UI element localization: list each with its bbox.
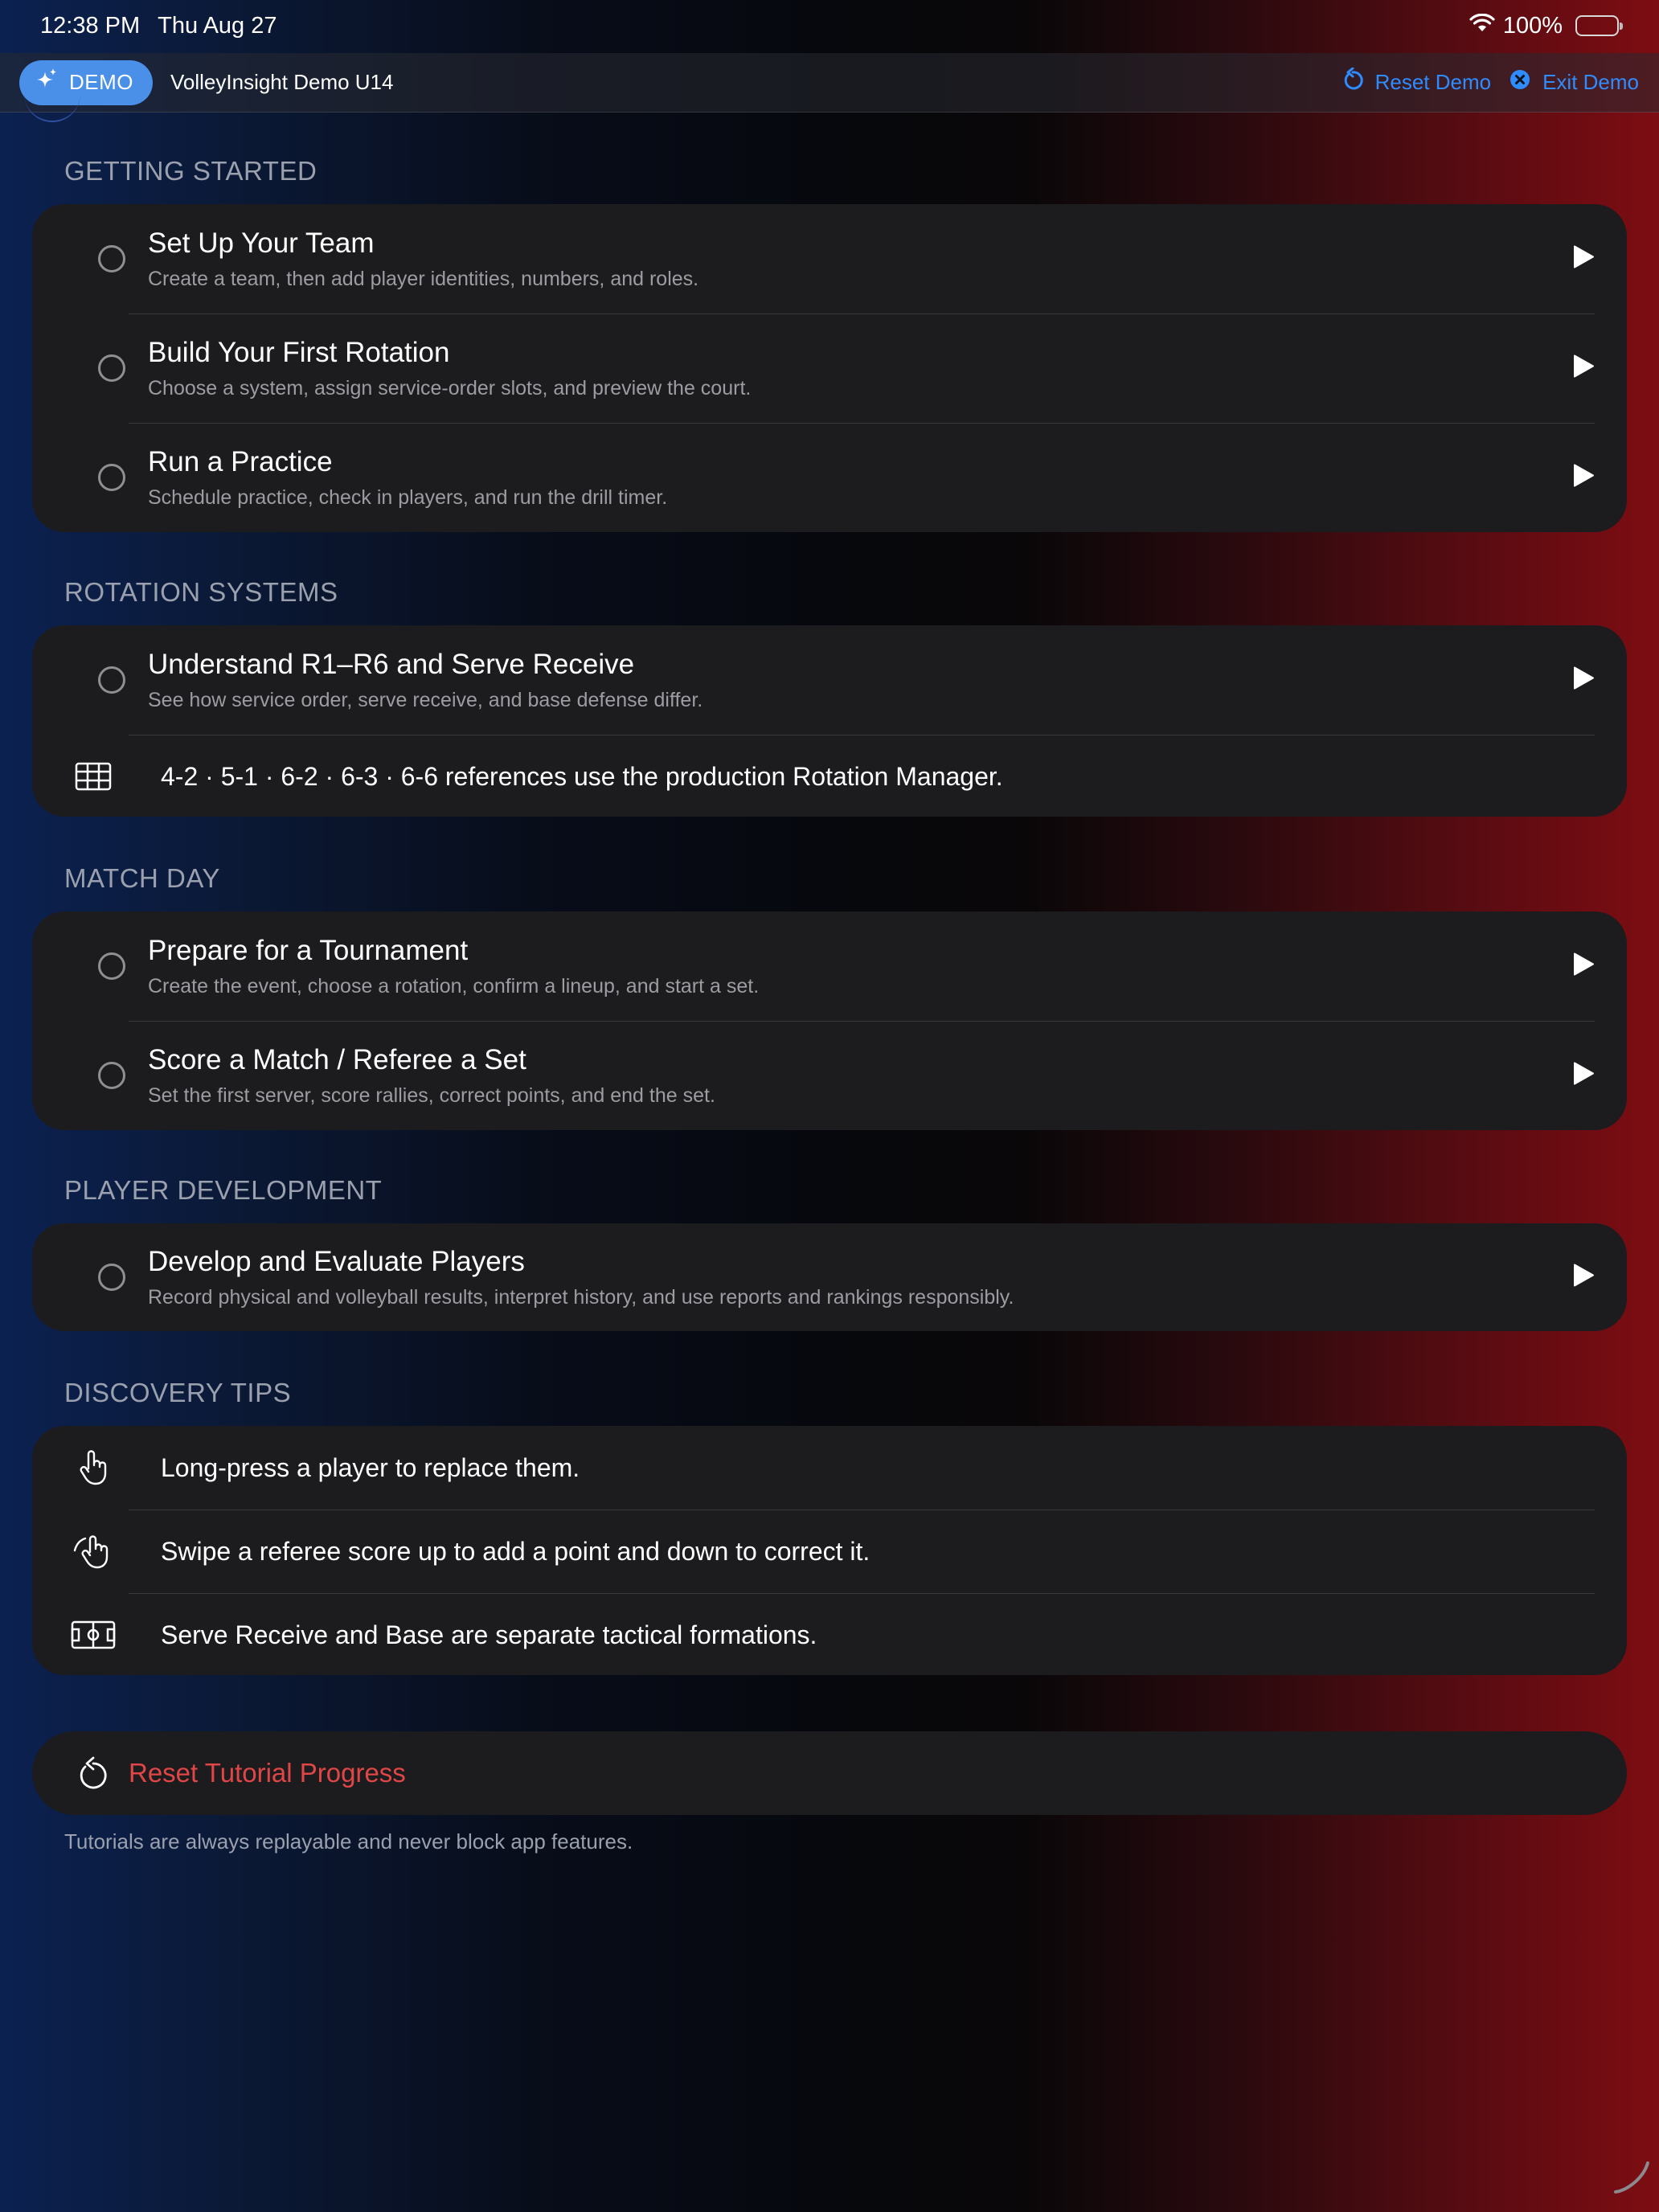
battery-icon bbox=[1575, 15, 1623, 36]
tutorial-title: Understand R1–R6 and Serve Receive bbox=[148, 648, 635, 680]
status-bar: 12:38 PM Thu Aug 27 100% bbox=[0, 0, 1659, 51]
rotation-info-text: 4-2 · 5-1 · 6-2 · 6-3 · 6-6 references u… bbox=[161, 761, 1003, 791]
battery-percent: 100% bbox=[1502, 12, 1563, 39]
tutorial-row-prepare-tournament[interactable]: Prepare for a Tournament Create the even… bbox=[32, 911, 1627, 1021]
getting-started-card: Set Up Your Team Create a team, then add… bbox=[32, 204, 1627, 532]
exit-demo-button[interactable]: Exit Demo bbox=[1509, 68, 1639, 96]
tip-text: Serve Receive and Base are separate tact… bbox=[161, 1620, 817, 1649]
reset-icon bbox=[1342, 67, 1364, 97]
demo-bar: DEMO VolleyInsight Demo U14 Reset Demo E… bbox=[0, 53, 1659, 113]
tutorial-title: Develop and Evaluate Players bbox=[148, 1245, 525, 1277]
play-icon[interactable] bbox=[1572, 464, 1595, 492]
tutorial-subtitle: Schedule practice, check in players, and… bbox=[148, 485, 668, 509]
player-development-card: Develop and Evaluate Players Record phys… bbox=[32, 1223, 1627, 1331]
incomplete-circle-icon bbox=[98, 354, 125, 382]
close-circle-icon bbox=[1509, 68, 1531, 96]
tip-row: Serve Receive and Base are separate tact… bbox=[32, 1593, 1627, 1675]
discovery-tips-card: Long-press a player to replace them. Swi… bbox=[32, 1426, 1627, 1675]
reset-demo-label: Reset Demo bbox=[1374, 70, 1492, 94]
play-icon[interactable] bbox=[1572, 354, 1595, 383]
scrolled-avatar-edge bbox=[24, 88, 80, 122]
match-day-card: Prepare for a Tournament Create the even… bbox=[32, 911, 1627, 1130]
tutorial-title: Prepare for a Tournament bbox=[148, 934, 469, 966]
tutorial-subtitle: Record physical and volleyball results, … bbox=[148, 1285, 1014, 1309]
tip-text: Swipe a referee score up to add a point … bbox=[161, 1536, 870, 1566]
court-icon bbox=[64, 1620, 122, 1649]
resize-handle-icon[interactable] bbox=[1611, 2157, 1651, 2201]
play-icon[interactable] bbox=[1572, 1062, 1595, 1090]
hand-point-icon bbox=[64, 1449, 122, 1486]
tutorial-row-first-rotation[interactable]: Build Your First Rotation Choose a syste… bbox=[32, 313, 1627, 423]
tutorial-row-run-practice[interactable]: Run a Practice Schedule practice, check … bbox=[32, 423, 1627, 532]
exit-demo-label: Exit Demo bbox=[1542, 70, 1639, 94]
incomplete-circle-icon bbox=[98, 464, 125, 491]
hand-swipe-icon bbox=[64, 1533, 122, 1570]
section-header-getting-started: GETTING STARTED bbox=[64, 156, 317, 186]
incomplete-circle-icon bbox=[98, 666, 125, 694]
tip-row: Long-press a player to replace them. bbox=[32, 1426, 1627, 1509]
tutorial-subtitle: See how service order, serve receive, an… bbox=[148, 688, 703, 711]
tutorial-title: Score a Match / Referee a Set bbox=[148, 1043, 526, 1075]
tutorial-subtitle: Set the first server, score rallies, cor… bbox=[148, 1083, 715, 1107]
status-indicators: 100% bbox=[1469, 12, 1623, 39]
incomplete-circle-icon bbox=[98, 245, 125, 272]
tutorial-row-understand-rotations[interactable]: Understand R1–R6 and Serve Receive See h… bbox=[32, 625, 1627, 735]
play-icon[interactable] bbox=[1572, 1264, 1595, 1292]
section-header-match-day: MATCH DAY bbox=[64, 863, 220, 893]
section-header-rotation-systems: ROTATION SYSTEMS bbox=[64, 577, 338, 607]
demo-team-title: VolleyInsight Demo U14 bbox=[170, 70, 394, 94]
reset-tutorial-label: Reset Tutorial Progress bbox=[129, 1758, 406, 1788]
tutorial-row-develop-players[interactable]: Develop and Evaluate Players Record phys… bbox=[32, 1223, 1627, 1331]
incomplete-circle-icon bbox=[98, 1062, 125, 1089]
tutorial-subtitle: Create a team, then add player identitie… bbox=[148, 267, 699, 290]
tutorial-subtitle: Create the event, choose a rotation, con… bbox=[148, 974, 760, 997]
section-header-player-development: PLAYER DEVELOPMENT bbox=[64, 1175, 383, 1205]
tutorial-subtitle: Choose a system, assign service-order sl… bbox=[148, 376, 752, 399]
tip-row: Swipe a referee score up to add a point … bbox=[32, 1509, 1627, 1593]
table-grid-icon bbox=[64, 762, 122, 791]
play-icon[interactable] bbox=[1572, 952, 1595, 981]
play-icon[interactable] bbox=[1572, 666, 1595, 694]
tutorial-row-setup-team[interactable]: Set Up Your Team Create a team, then add… bbox=[32, 204, 1627, 313]
reset-arrow-icon bbox=[64, 1755, 122, 1791]
footnote: Tutorials are always replayable and neve… bbox=[64, 1829, 633, 1854]
tutorial-row-score-match[interactable]: Score a Match / Referee a Set Set the fi… bbox=[32, 1021, 1627, 1130]
wifi-icon bbox=[1469, 13, 1495, 39]
section-header-discovery-tips: DISCOVERY TIPS bbox=[64, 1378, 292, 1407]
status-time: 12:38 PM bbox=[40, 12, 141, 39]
tutorial-title: Build Your First Rotation bbox=[148, 336, 450, 368]
status-date: Thu Aug 27 bbox=[158, 12, 277, 39]
tip-text: Long-press a player to replace them. bbox=[161, 1452, 580, 1482]
rotation-systems-card: Understand R1–R6 and Serve Receive See h… bbox=[32, 625, 1627, 817]
rotation-info-row: 4-2 · 5-1 · 6-2 · 6-3 · 6-6 references u… bbox=[32, 735, 1627, 817]
play-icon[interactable] bbox=[1572, 245, 1595, 273]
tutorial-title: Set Up Your Team bbox=[148, 227, 375, 259]
reset-demo-button[interactable]: Reset Demo bbox=[1342, 67, 1492, 97]
tutorial-title: Run a Practice bbox=[148, 445, 333, 477]
incomplete-circle-icon bbox=[98, 1264, 125, 1291]
incomplete-circle-icon bbox=[98, 952, 125, 980]
reset-tutorial-progress-button[interactable]: Reset Tutorial Progress bbox=[32, 1731, 1627, 1815]
